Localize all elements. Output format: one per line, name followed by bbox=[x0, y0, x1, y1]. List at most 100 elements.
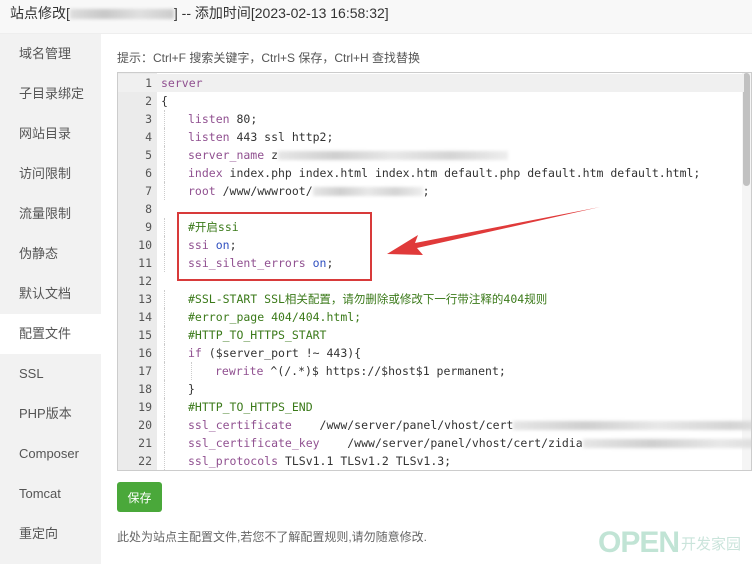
code-text: #HTTP_TO_HTTPS_START bbox=[161, 326, 326, 344]
code-line[interactable]: 2{ bbox=[118, 92, 744, 110]
line-number: 14 bbox=[138, 310, 152, 324]
code-token: server_name bbox=[188, 148, 265, 162]
redacted-text bbox=[582, 439, 751, 448]
code-text: #error_page 404/404.html; bbox=[161, 308, 361, 326]
code-line[interactable]: 6 index index.php index.html index.htm de… bbox=[118, 164, 744, 182]
line-number: 20 bbox=[138, 418, 152, 432]
code-line[interactable]: 21 ssl_certificate_key /www/server/panel/… bbox=[118, 434, 751, 452]
code-token: server bbox=[161, 76, 203, 90]
line-number: 22 bbox=[138, 454, 152, 468]
code-line[interactable]: 3 listen 80; bbox=[118, 110, 744, 128]
line-number: 1 bbox=[145, 76, 152, 90]
redacted-site-name bbox=[69, 9, 174, 20]
code-token: if bbox=[188, 346, 202, 360]
line-number: 9 bbox=[145, 220, 152, 234]
code-line[interactable]: 5 server_name z bbox=[118, 146, 744, 164]
code-token: ssl_certificate_key bbox=[188, 436, 320, 450]
code-token: listen bbox=[188, 130, 230, 144]
code-token: rewrite bbox=[215, 364, 264, 378]
line-number: 13 bbox=[138, 292, 152, 306]
code-text: rewrite ^(/.*)$ https://$host$1 permanen… bbox=[161, 362, 506, 380]
redacted-text bbox=[513, 421, 751, 430]
code-text: listen 80; bbox=[161, 110, 257, 128]
line-number: 10 bbox=[138, 238, 152, 252]
window-title: 站点修改[ ] -- 添加时间[2023-02-13 16:58:32] bbox=[0, 0, 752, 34]
sidebar-item-2[interactable]: 网站目录 bbox=[0, 114, 101, 154]
code-line[interactable]: 18} bbox=[118, 380, 744, 398]
code-token: /www/server/panel/vhost/cert bbox=[291, 418, 514, 432]
scrollbar-thumb[interactable] bbox=[743, 73, 750, 186]
line-number: 21 bbox=[138, 436, 152, 450]
line-number: 18 bbox=[138, 382, 152, 396]
sidebar-item-3[interactable]: 访问限制 bbox=[0, 154, 101, 194]
sidebar: 域名管理 子目录绑定 网站目录 访问限制 流量限制 伪静态 默认文档 配置文件 SSL PHP版本… bbox=[0, 34, 101, 564]
code-text: #SSL-START SSL相关配置，请勿删除或修改下一行带注释的404规则 bbox=[161, 290, 547, 308]
code-token: index bbox=[188, 166, 223, 180]
code-text: root /www/wwwroot/; bbox=[161, 182, 430, 200]
code-line[interactable]: 4 listen 443 ssl http2; bbox=[118, 128, 744, 146]
line-number: 7 bbox=[145, 184, 152, 198]
code-text: listen 443 ssl http2; bbox=[161, 128, 333, 146]
code-line[interactable]: 1 server bbox=[118, 74, 744, 92]
code-token: #HTTP_TO_HTTPS_START bbox=[188, 328, 327, 342]
code-token: index.php index.html index.htm default.p… bbox=[222, 166, 701, 180]
sidebar-item-0[interactable]: 域名管理 bbox=[0, 34, 101, 74]
code-token: } bbox=[188, 382, 195, 396]
sidebar-item-12[interactable]: 重定向 bbox=[0, 514, 101, 554]
sidebar-item-1[interactable]: 子目录绑定 bbox=[0, 74, 101, 114]
sidebar-item-7[interactable]: 配置文件 bbox=[0, 314, 101, 354]
code-text: ssl_certificate_key /www/server/panel/vh… bbox=[161, 434, 751, 452]
line-number: 17 bbox=[138, 364, 152, 378]
code-token: #error_page 404/404.html; bbox=[188, 310, 362, 324]
code-token: root bbox=[188, 184, 216, 198]
code-text: server bbox=[161, 74, 203, 92]
sidebar-item-11[interactable]: Tomcat bbox=[0, 474, 101, 514]
code-line[interactable]: 22 ssl_protocols TLSv1.1 TLSv1.2 TLSv1.3; bbox=[118, 452, 744, 470]
line-number: 16 bbox=[138, 346, 152, 360]
hint-text: 提示：Ctrl+F 搜索关键字，Ctrl+S 保存，Ctrl+H 查找替换 bbox=[117, 51, 421, 65]
sidebar-item-10[interactable]: Composer bbox=[0, 434, 101, 474]
code-token: 443 ssl http2; bbox=[229, 130, 334, 144]
title-suffix: ] -- 添加时间[2023-02-13 16:58:32] bbox=[173, 5, 389, 21]
code-token: listen bbox=[188, 112, 230, 126]
code-line[interactable]: 20 ssl_certificate /www/server/panel/vhos… bbox=[118, 416, 751, 434]
code-line[interactable]: 19 #HTTP_TO_HTTPS_END bbox=[118, 398, 744, 416]
code-token: ; bbox=[422, 184, 430, 198]
highlight-box bbox=[177, 212, 372, 281]
title-prefix: 站点修改[ bbox=[10, 5, 70, 21]
code-token: ssl_protocols bbox=[188, 454, 279, 468]
sidebar-item-8[interactable]: SSL bbox=[0, 354, 101, 394]
code-token: 80; bbox=[229, 112, 258, 126]
code-line[interactable]: 16 if ($server_port !~ 443){ bbox=[118, 344, 744, 362]
code-text: { bbox=[161, 92, 168, 110]
code-text: index index.php index.html index.htm def… bbox=[161, 164, 700, 182]
sidebar-item-4[interactable]: 流量限制 bbox=[0, 194, 101, 234]
line-number: 11 bbox=[138, 256, 152, 270]
code-token: #HTTP_TO_HTTPS_END bbox=[188, 400, 313, 414]
sidebar-item-9[interactable]: PHP版本 bbox=[0, 394, 101, 434]
code-token: { bbox=[161, 94, 168, 108]
code-token: z bbox=[264, 148, 279, 162]
code-line[interactable]: 17 rewrite ^(/.*)$ https://$host$1 perman… bbox=[118, 362, 744, 380]
code-line[interactable]: 7 root /www/wwwroot/; bbox=[118, 182, 744, 200]
save-button[interactable]: 保存 bbox=[117, 482, 162, 512]
watermark-logo: OPEN 开发家园 bbox=[598, 526, 742, 559]
code-text: if ($server_port !~ 443){ bbox=[161, 344, 361, 362]
sidebar-item-6[interactable]: 默认文档 bbox=[0, 274, 101, 314]
code-line[interactable]: 14 #error_page 404/404.html; bbox=[118, 308, 744, 326]
code-text: server_name z bbox=[161, 146, 509, 164]
code-line[interactable]: 13 #SSL-START SSL相关配置，请勿删除或修改下一行带注释的404规则 bbox=[118, 290, 744, 308]
sidebar-item-5[interactable]: 伪静态 bbox=[0, 234, 101, 274]
redacted-text bbox=[312, 187, 423, 196]
code-token: ($server_port !~ 443){ bbox=[201, 346, 362, 360]
code-token: TLSv1.1 TLSv1.2 TLSv1.3; bbox=[278, 454, 452, 468]
code-line[interactable]: 15 #HTTP_TO_HTTPS_START bbox=[118, 326, 744, 344]
line-number: 3 bbox=[145, 112, 152, 126]
line-number: 19 bbox=[138, 400, 152, 414]
red-arrow-annotation bbox=[387, 207, 600, 255]
line-number: 6 bbox=[145, 166, 152, 180]
line-number: 15 bbox=[138, 328, 152, 342]
line-number: 12 bbox=[138, 274, 152, 288]
code-text: ssl_protocols TLSv1.1 TLSv1.2 TLSv1.3; bbox=[161, 452, 451, 470]
code-token: /www/wwwroot/ bbox=[215, 184, 313, 198]
